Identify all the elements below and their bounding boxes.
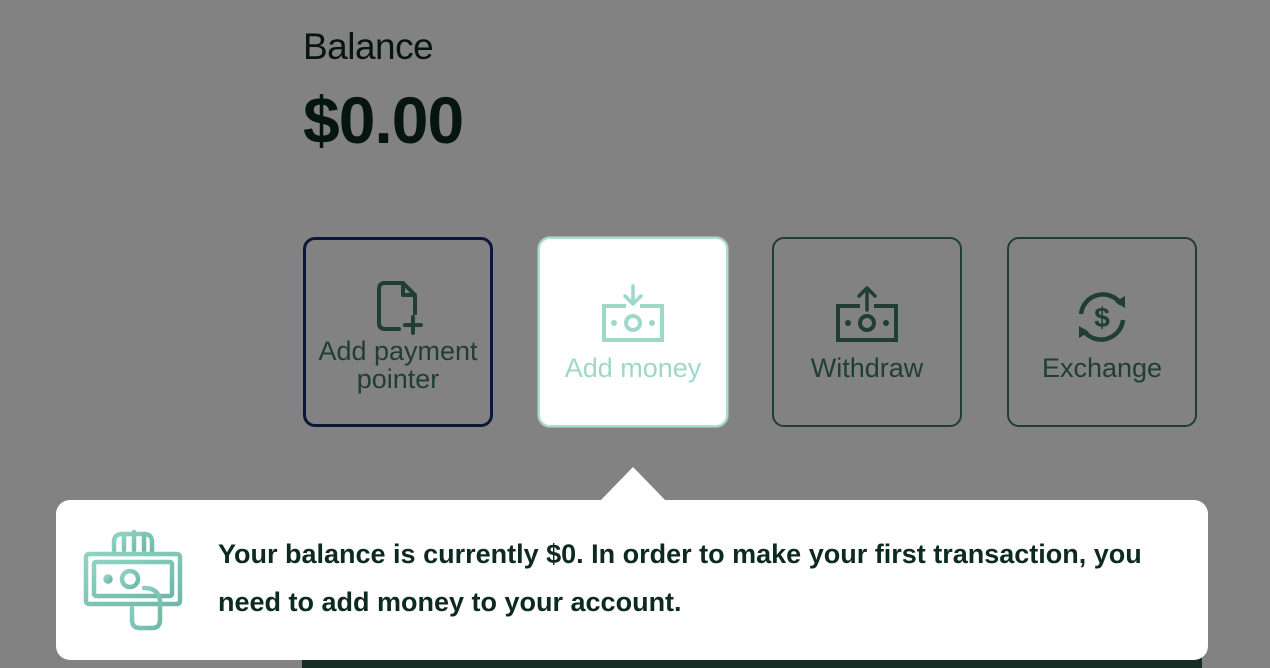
add-money-label: Add money bbox=[564, 352, 702, 383]
tooltip-message: Your balance is currently $0. In order t… bbox=[218, 539, 1142, 617]
deposit-cash-icon bbox=[602, 283, 664, 342]
tooltip-pointer bbox=[600, 467, 666, 501]
onboarding-tooltip[interactable]: Your balance is currently $0. In order t… bbox=[56, 500, 1208, 660]
hand-holding-cash-icon bbox=[83, 529, 183, 631]
add-money-button[interactable]: Add money bbox=[538, 237, 728, 427]
